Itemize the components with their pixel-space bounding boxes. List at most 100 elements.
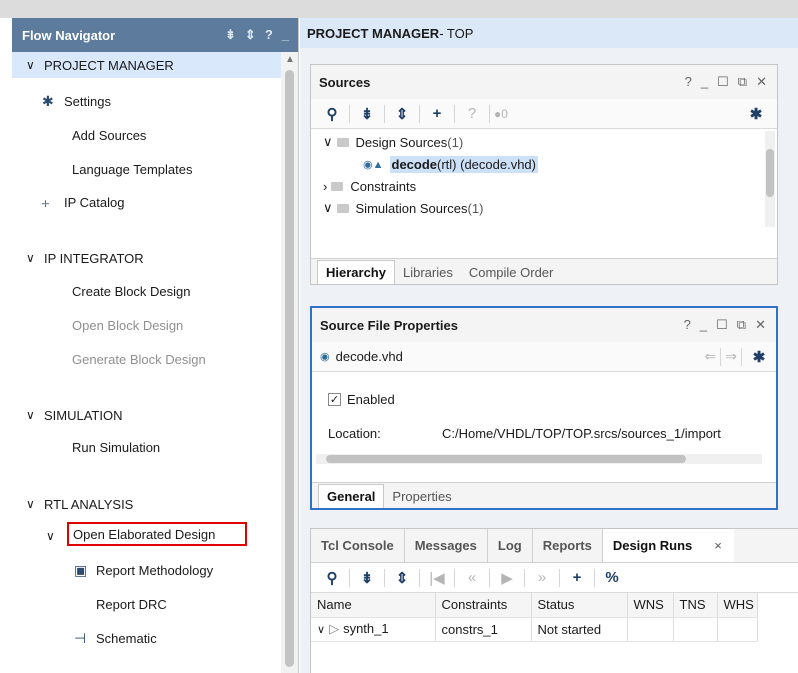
table-row[interactable]: ∨ ▷ synth_1 constrs_1 Not started: [311, 617, 758, 642]
chevron-down-icon[interactable]: ∨: [323, 200, 333, 216]
enabled-checkbox-row[interactable]: ✓ Enabled: [328, 392, 395, 407]
column-header-wns[interactable]: WNS: [627, 593, 674, 618]
add-sources-icon[interactable]: +: [424, 103, 450, 125]
nav-item-language-templates[interactable]: Language Templates: [72, 158, 192, 180]
nav-item-ip-catalog[interactable]: ⧾ IP Catalog: [42, 191, 124, 213]
nav-item-report-methodology[interactable]: ▣ Report Methodology: [74, 559, 213, 581]
collapse-all-icon[interactable]: ⇟: [225, 27, 236, 43]
tree-row-constraints[interactable]: › Constraints: [323, 175, 416, 197]
tab-reports[interactable]: Reports: [533, 529, 603, 562]
maximize-icon[interactable]: ☐: [716, 317, 728, 333]
location-value: C:/Home/VHDL/TOP/TOP.srcs/sources_1/impo…: [442, 426, 721, 441]
tab-compile-order[interactable]: Compile Order: [461, 261, 562, 284]
tab-messages[interactable]: Messages: [405, 529, 488, 562]
chevron-down-icon[interactable]: ∨: [26, 497, 44, 511]
nav-item-create-block-design[interactable]: Create Block Design: [72, 280, 191, 302]
run-wns-cell: [627, 617, 674, 642]
gear-icon: ✱: [42, 92, 54, 109]
percent-icon[interactable]: %: [599, 567, 625, 589]
tree-count: (1): [447, 134, 464, 150]
flow-navigator-scrollbar[interactable]: ▲: [281, 52, 298, 673]
forward-arrow-icon[interactable]: ⇒: [725, 348, 737, 365]
tree-count: (1): [467, 200, 484, 216]
expand-all-icon[interactable]: ⇕: [389, 567, 415, 589]
column-header-whs[interactable]: WHS: [717, 593, 758, 618]
scroll-up-icon[interactable]: ▲: [285, 54, 295, 65]
nav-item-settings[interactable]: ✱ Settings: [42, 90, 111, 112]
warning-count-badge[interactable]: ● 0: [494, 103, 508, 125]
tree-row-design-sources[interactable]: ∨ Design Sources (1): [323, 131, 463, 153]
nav-item-generate-block-design[interactable]: Generate Block Design: [72, 348, 206, 370]
properties-hscroll[interactable]: [316, 454, 762, 464]
tab-design-runs[interactable]: Design Runs: [602, 529, 703, 562]
close-tab-icon[interactable]: ×: [702, 529, 734, 562]
project-name: - TOP: [439, 25, 474, 41]
play-icon[interactable]: ▶: [494, 567, 520, 589]
chevron-down-icon[interactable]: ∨: [46, 529, 55, 543]
minimize-icon[interactable]: _: [282, 27, 289, 43]
rewind-icon[interactable]: «: [459, 567, 485, 589]
scroll-thumb[interactable]: [326, 455, 686, 463]
expand-collapse-icon[interactable]: ⇕: [245, 27, 256, 43]
search-icon[interactable]: ⚲: [319, 567, 345, 589]
tree-row-decode[interactable]: ◉▲ decode(rtl) (decode.vhd): [363, 153, 538, 175]
gear-icon[interactable]: ✱: [743, 103, 769, 125]
column-header-tns[interactable]: TNS: [673, 593, 718, 618]
chevron-down-icon[interactable]: ∨: [323, 134, 333, 150]
nav-item-schematic[interactable]: ⊣ Schematic: [74, 627, 157, 649]
expand-all-icon[interactable]: ⇕: [389, 103, 415, 125]
tab-properties[interactable]: Properties: [384, 485, 459, 508]
search-icon[interactable]: ⚲: [319, 103, 345, 125]
help-icon[interactable]: ?: [265, 27, 273, 43]
close-icon[interactable]: ✕: [756, 74, 767, 90]
column-header-constraints[interactable]: Constraints: [435, 593, 532, 618]
back-arrow-icon[interactable]: ⇐: [705, 348, 717, 365]
section-label: RTL ANALYSIS: [44, 496, 134, 512]
nav-item-open-elaborated-design[interactable]: Open Elaborated Design: [67, 522, 247, 546]
close-icon[interactable]: ✕: [755, 317, 766, 333]
add-run-icon[interactable]: +: [564, 567, 590, 589]
sources-scrollbar[interactable]: [765, 131, 775, 227]
section-rtl-analysis[interactable]: ∨ RTL ANALYSIS: [12, 491, 282, 517]
nav-item-add-sources[interactable]: Add Sources: [72, 124, 146, 146]
section-project-manager[interactable]: ∨ PROJECT MANAGER: [12, 52, 282, 78]
tab-hierarchy[interactable]: Hierarchy: [317, 260, 395, 284]
tab-libraries[interactable]: Libraries: [395, 261, 461, 284]
help-icon[interactable]: ?: [684, 317, 691, 333]
open-elaborated-design-chevron[interactable]: ∨: [46, 525, 55, 547]
scroll-thumb[interactable]: [285, 70, 294, 667]
column-header-name[interactable]: Name: [311, 593, 436, 618]
chevron-down-icon[interactable]: ∨: [26, 408, 44, 422]
minimize-icon[interactable]: _: [700, 317, 707, 333]
nav-item-report-drc[interactable]: Report DRC: [96, 593, 167, 615]
help-icon[interactable]: ?: [459, 103, 485, 125]
collapse-all-icon[interactable]: ⇟: [354, 103, 380, 125]
chevron-down-icon[interactable]: ∨: [26, 251, 44, 265]
bottom-tabs: Tcl Console Messages Log Reports Design …: [311, 529, 798, 563]
run-constraints-cell: constrs_1: [435, 617, 532, 642]
properties-panel-header: Source File Properties ? _ ☐ ⧉ ✕: [312, 308, 776, 342]
column-header-status[interactable]: Status: [531, 593, 628, 618]
collapse-all-icon[interactable]: ⇟: [354, 567, 380, 589]
tab-tcl-console[interactable]: Tcl Console: [311, 529, 405, 562]
chevron-down-icon[interactable]: ∨: [26, 58, 44, 72]
section-simulation[interactable]: ∨ SIMULATION: [12, 402, 282, 428]
float-icon[interactable]: ⧉: [737, 317, 746, 333]
enabled-checkbox[interactable]: ✓: [328, 393, 341, 406]
scroll-thumb[interactable]: [766, 149, 774, 197]
tree-row-simulation-sources[interactable]: ∨ Simulation Sources (1): [323, 197, 483, 219]
tab-log[interactable]: Log: [488, 529, 533, 562]
first-icon[interactable]: |◀: [424, 567, 450, 589]
gear-icon[interactable]: ✱: [746, 346, 772, 368]
minimize-icon[interactable]: _: [701, 74, 708, 90]
help-icon[interactable]: ?: [685, 74, 692, 90]
float-icon[interactable]: ⧉: [738, 74, 747, 90]
chevron-right-icon[interactable]: ›: [323, 179, 327, 194]
tab-general[interactable]: General: [318, 484, 385, 508]
chevron-down-icon[interactable]: ∨: [317, 624, 325, 636]
nav-item-open-block-design[interactable]: Open Block Design: [72, 314, 183, 336]
maximize-icon[interactable]: ☐: [717, 74, 729, 90]
section-ip-integrator[interactable]: ∨ IP INTEGRATOR: [12, 245, 282, 271]
nav-item-run-simulation[interactable]: Run Simulation: [72, 436, 160, 458]
fast-forward-icon[interactable]: »: [529, 567, 555, 589]
